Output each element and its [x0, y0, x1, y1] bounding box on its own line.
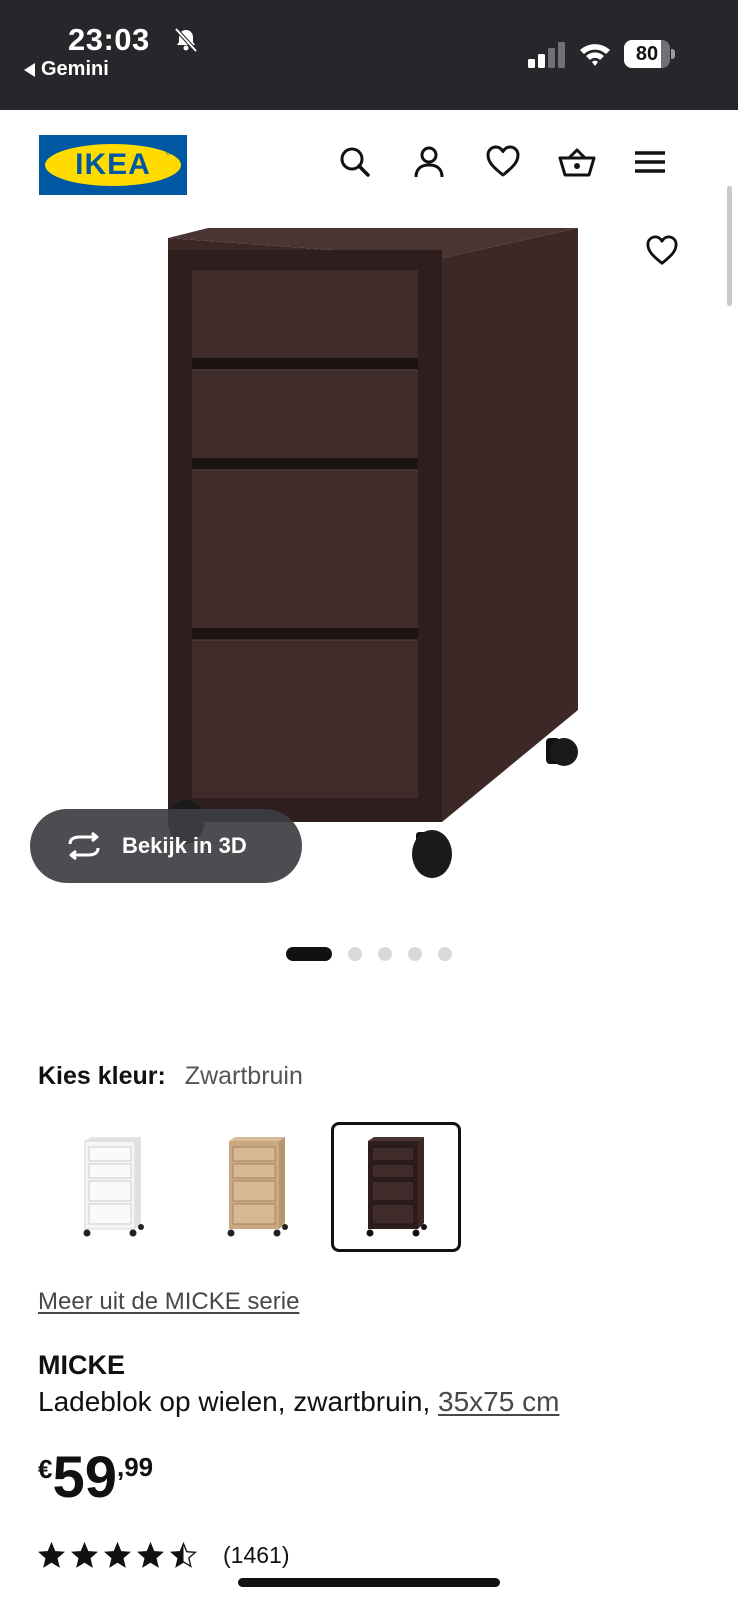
battery-percentage: 80	[635, 43, 659, 65]
battery-indicator: 80	[624, 40, 675, 68]
heart-icon	[646, 235, 678, 265]
favourite-button[interactable]	[637, 228, 687, 274]
home-indicator[interactable]	[238, 1578, 500, 1587]
back-to-app-button[interactable]: Gemini	[24, 58, 109, 81]
white-drawer-unit-image	[83, 1137, 144, 1237]
color-option-black-brown[interactable]	[331, 1122, 461, 1252]
price-decimal: ,99	[116, 1452, 154, 1482]
color-picker-label: Kies kleur:	[38, 1062, 166, 1090]
basket-icon[interactable]	[558, 144, 596, 180]
ikea-logo[interactable]: IKEA ®	[39, 135, 187, 195]
oak-drawer-unit-image	[227, 1137, 288, 1237]
image-carousel-dots	[0, 944, 738, 964]
product-name: MICKE	[38, 1350, 125, 1380]
rating-stars	[38, 1542, 197, 1569]
black-brown-drawer-unit-image	[366, 1137, 427, 1237]
back-arrow-icon	[24, 62, 35, 77]
color-option-oak[interactable]	[192, 1122, 322, 1252]
status-time: 23:03	[68, 22, 150, 57]
star-icon	[170, 1542, 197, 1568]
product-rating[interactable]: (1461)	[38, 1542, 289, 1569]
account-icon[interactable]	[411, 144, 447, 180]
view-in-3d-label: Bekijk in 3D	[122, 833, 247, 858]
color-option-white[interactable]	[48, 1122, 178, 1252]
product-dimensions-link[interactable]: 35x75 cm	[438, 1386, 559, 1417]
carousel-dot[interactable]	[408, 947, 422, 961]
carousel-dot[interactable]	[438, 947, 452, 961]
logo-text: IKEA	[75, 148, 151, 181]
star-icon	[71, 1542, 98, 1568]
rating-count: (1461)	[223, 1542, 290, 1568]
selected-color-value: Zwartbruin	[184, 1062, 303, 1090]
menu-icon[interactable]	[632, 144, 668, 180]
view-in-3d-button[interactable]: Bekijk in 3D	[30, 809, 302, 883]
series-link[interactable]: Meer uit de MICKE serie	[38, 1288, 299, 1316]
carousel-dot[interactable]	[378, 947, 392, 961]
site-header: IKEA ®	[0, 110, 738, 210]
back-app-label: Gemini	[41, 58, 109, 80]
star-icon	[38, 1542, 65, 1568]
cellular-signal-icon	[528, 42, 565, 68]
product-price: €59,99	[38, 1448, 153, 1508]
color-picker-label-row: Kies kleur: Zwartbruin	[38, 1062, 303, 1091]
carousel-dot[interactable]	[348, 947, 362, 961]
product-image[interactable]	[0, 210, 738, 910]
rotate-3d-icon	[68, 831, 100, 861]
star-icon	[104, 1542, 131, 1568]
status-bar: 23:03 Gemini 80	[0, 0, 738, 110]
bell-muted-icon	[174, 27, 198, 53]
product-description: Ladeblok op wielen, zwartbruin, 35x75 cm	[38, 1386, 559, 1418]
price-integer: 59	[52, 1445, 117, 1510]
price-currency: €	[38, 1454, 53, 1484]
product-description-text: Ladeblok op wielen, zwartbruin,	[38, 1386, 431, 1417]
heart-icon[interactable]	[485, 144, 521, 180]
carousel-dot[interactable]	[286, 947, 332, 961]
search-icon[interactable]	[337, 144, 373, 180]
wifi-icon	[580, 44, 610, 66]
star-icon	[137, 1542, 164, 1568]
